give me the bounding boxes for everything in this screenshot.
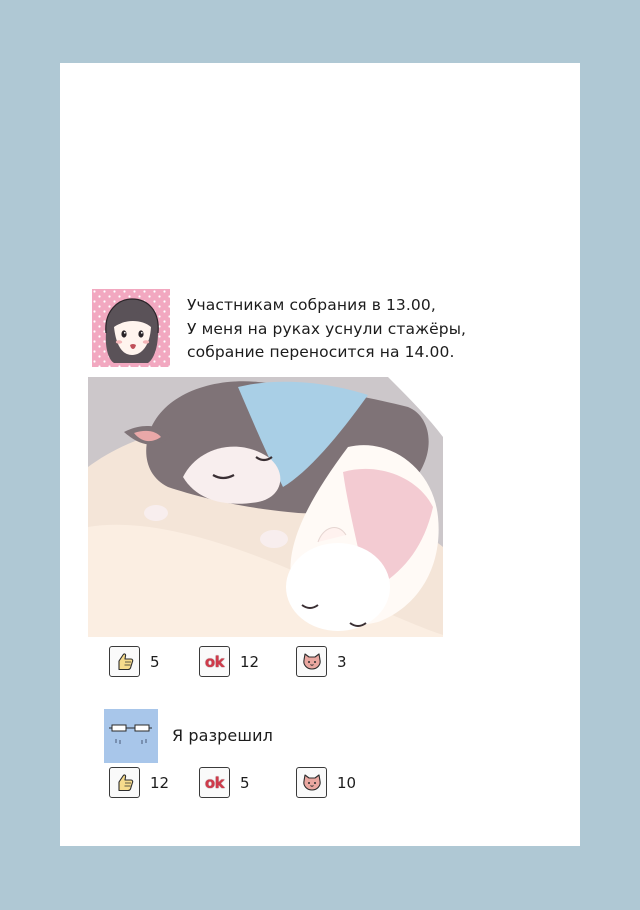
- reaction-count: 12: [240, 652, 260, 671]
- reaction-count: 5: [150, 652, 160, 671]
- reaction-count: 12: [150, 773, 170, 792]
- reaction-ok[interactable]: ok 12: [199, 646, 259, 677]
- reaction-ok[interactable]: ok 5: [199, 767, 250, 798]
- message-text: Участникам собрания в 13.00, У меня на р…: [187, 294, 466, 365]
- reaction-count: 10: [337, 773, 357, 792]
- girl-avatar-illustration: [92, 289, 170, 367]
- reaction-cat[interactable]: 3: [296, 646, 347, 677]
- cat-face-icon[interactable]: [296, 646, 327, 677]
- boss-avatar[interactable]: [104, 709, 158, 763]
- girl-avatar[interactable]: [92, 289, 170, 367]
- ok-icon[interactable]: ok: [199, 646, 230, 677]
- message-line: Участникам собрания в 13.00,: [187, 296, 436, 314]
- thumbs-up-icon[interactable]: [109, 767, 140, 798]
- boss-avatar-illustration: [104, 709, 158, 763]
- sleeping-kittens-illustration: [88, 377, 443, 637]
- message-line: собрание переносится на 14.00.: [187, 343, 455, 361]
- reaction-cat[interactable]: 10: [296, 767, 356, 798]
- ok-icon[interactable]: ok: [199, 767, 230, 798]
- message-line: У меня на руках уснули стажёры,: [187, 319, 467, 338]
- sleeping-kittens-photo[interactable]: [88, 377, 443, 637]
- reaction-count: 5: [240, 773, 250, 792]
- ok-icon-label: ok: [204, 652, 225, 671]
- reaction-thumbs-up[interactable]: 5: [109, 646, 160, 677]
- thumbs-up-icon[interactable]: [109, 646, 140, 677]
- cat-face-icon[interactable]: [296, 767, 327, 798]
- ok-icon-label: ok: [204, 773, 225, 792]
- reaction-count: 3: [337, 652, 347, 671]
- reaction-thumbs-up[interactable]: 12: [109, 767, 169, 798]
- message-text: Я разрешил: [172, 726, 273, 745]
